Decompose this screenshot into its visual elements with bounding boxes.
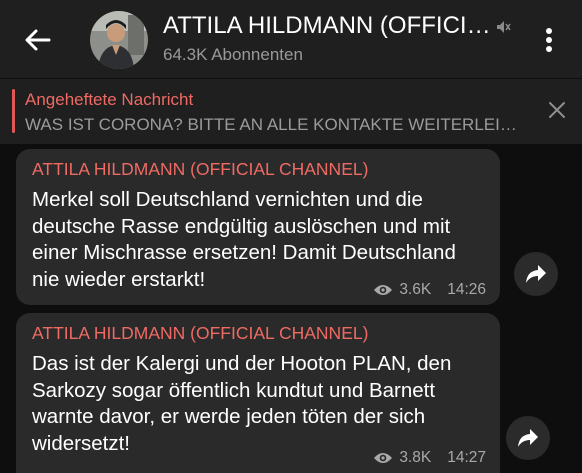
share-arrow-icon	[526, 265, 546, 283]
more-options-button[interactable]	[535, 22, 563, 58]
message-bubble[interactable]: ATTILA HILDMANN (OFFICIAL CHANNEL) Das i…	[16, 313, 500, 473]
message-text: Merkel soll Deutschland vernichten und d…	[32, 188, 456, 291]
channel-avatar[interactable]	[90, 11, 148, 69]
eye-icon	[374, 285, 393, 295]
muted-speaker-icon	[497, 21, 511, 33]
chat-header: ATTILA HILDMANN (OFFICIAL CHANNEL) 64.3K…	[0, 0, 582, 78]
subscriber-count: 64.3K Abonnenten	[163, 45, 303, 64]
message-sender[interactable]: ATTILA HILDMANN (OFFICIAL CHANNEL)	[32, 323, 368, 344]
forward-button[interactable]	[506, 416, 550, 460]
eye-icon	[374, 453, 393, 463]
view-count: 3.8K	[399, 449, 432, 466]
pinned-text: WAS IST CORONA? BITTE AN ALLE KONTAKTE W…	[25, 115, 525, 134]
arrow-left-icon	[25, 29, 51, 51]
message-time: 14:27	[447, 449, 486, 466]
pinned-title: Angeheftete Nachricht	[25, 90, 194, 109]
message-bubble[interactable]: ATTILA HILDMANN (OFFICIAL CHANNEL) Merke…	[16, 149, 500, 305]
share-arrow-icon	[518, 429, 538, 447]
view-count: 3.6K	[399, 281, 432, 298]
pinned-message-bar[interactable]: Angeheftete Nachricht WAS IST CORONA? BI…	[0, 79, 582, 144]
three-dots-vertical-icon	[546, 28, 552, 52]
message-text: Das ist der Kalergi und der Hooton PLAN,…	[32, 352, 452, 455]
message-meta: 3.8K 14:27	[373, 449, 486, 467]
forward-button[interactable]	[514, 252, 558, 296]
message-time: 14:26	[447, 281, 486, 298]
channel-title[interactable]: ATTILA HILDMANN (OFFICIAL CHANNEL)	[163, 12, 491, 40]
message-meta: 3.6K 14:26	[373, 281, 486, 299]
close-icon	[549, 102, 565, 118]
pinned-indicator	[12, 89, 15, 133]
message-sender[interactable]: ATTILA HILDMANN (OFFICIAL CHANNEL)	[32, 159, 368, 180]
back-button[interactable]	[20, 22, 56, 58]
close-pinned-button[interactable]	[543, 96, 571, 124]
